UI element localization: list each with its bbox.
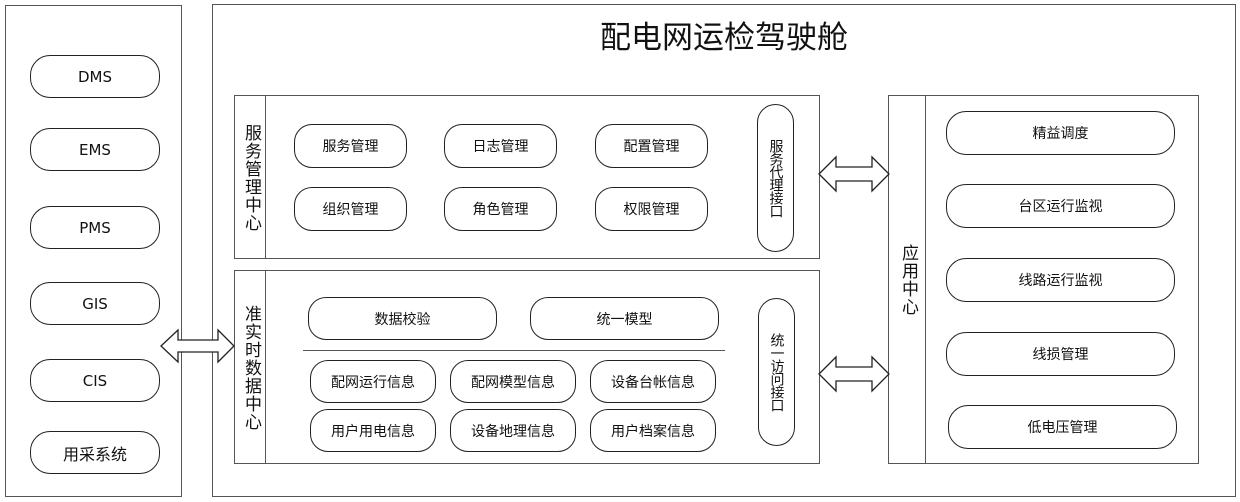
source-system-gis[interactable]: GIS [30, 282, 160, 325]
app-item-area-monitoring[interactable]: 台区运行监视 [946, 184, 1175, 228]
data-info-equipment-ledger[interactable]: 设备台帐信息 [590, 360, 716, 403]
source-system-cis[interactable]: CIS [30, 359, 160, 402]
data-item-unified-model[interactable]: 统一模型 [530, 297, 719, 340]
service-center-label: 服务管理中心 [241, 123, 261, 232]
source-system-ems[interactable]: EMS [30, 128, 160, 171]
data-info-grid-model[interactable]: 配网模型信息 [450, 360, 576, 403]
service-center-label-divider [265, 95, 266, 259]
service-item-org-mgmt[interactable]: 组织管理 [294, 187, 407, 231]
data-info-user-consumption[interactable]: 用户用电信息 [310, 409, 436, 452]
double-arrow-icon [818, 155, 890, 193]
service-item-service-mgmt[interactable]: 服务管理 [294, 124, 407, 168]
service-item-role-mgmt[interactable]: 角色管理 [444, 187, 557, 231]
unified-access-interface[interactable]: 统一访问接口 [758, 298, 795, 446]
app-center-label: 应用中心 [898, 244, 918, 316]
service-item-config-mgmt[interactable]: 配置管理 [595, 124, 708, 168]
data-center-label: 准实时数据中心 [241, 305, 261, 431]
data-info-user-archive[interactable]: 用户档案信息 [590, 409, 716, 452]
data-info-equipment-geo[interactable]: 设备地理信息 [450, 409, 576, 452]
data-item-data-validation[interactable]: 数据校验 [308, 297, 497, 340]
service-item-permission-mgmt[interactable]: 权限管理 [595, 187, 708, 231]
app-center-label-divider [925, 95, 926, 464]
app-item-line-monitoring[interactable]: 线路运行监视 [946, 258, 1175, 302]
app-item-lean-dispatch[interactable]: 精益调度 [946, 111, 1175, 155]
service-to-app-arrow [818, 155, 890, 193]
double-arrow-icon [160, 328, 235, 364]
data-to-app-arrow [818, 355, 890, 393]
source-system-dms[interactable]: DMS [30, 55, 160, 98]
service-center-box [234, 95, 820, 259]
double-arrow-icon [818, 355, 890, 393]
data-info-grid-operation[interactable]: 配网运行信息 [310, 360, 436, 403]
data-center-divider [303, 350, 725, 351]
source-to-data-arrow [160, 328, 235, 364]
diagram-title: 配电网运检驾驶舱 [600, 20, 848, 56]
app-item-line-loss-mgmt[interactable]: 线损管理 [946, 332, 1175, 376]
source-system-yongcai[interactable]: 用采系统 [30, 431, 160, 474]
service-item-log-mgmt[interactable]: 日志管理 [444, 124, 557, 168]
source-system-pms[interactable]: PMS [30, 206, 160, 249]
service-proxy-interface[interactable]: 服务代理接口 [757, 104, 794, 252]
app-item-low-voltage-mgmt[interactable]: 低电压管理 [948, 405, 1177, 449]
data-center-label-divider [265, 270, 266, 464]
